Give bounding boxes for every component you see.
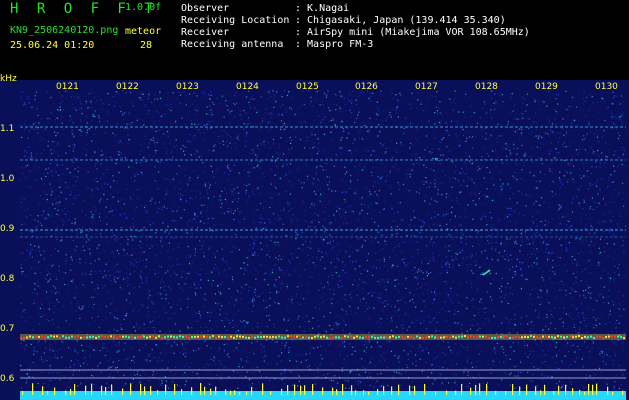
location-value: : Chigasaki, Japan (139.414 35.340) (295, 15, 506, 26)
spectrogram-image (20, 80, 626, 400)
receiver-value: : AirSpy mini (Miakejima VOR 108.65MHz) (295, 27, 530, 38)
x-tick-label: 0124 (236, 82, 259, 92)
y-axis-unit: kHz (0, 74, 17, 84)
x-tick-label: 0122 (116, 82, 139, 92)
meteor-label: meteor (125, 26, 162, 37)
y-tick-label: 0.8 (0, 274, 15, 284)
x-tick-label: 0121 (56, 82, 79, 92)
header-panel: H R O F F T 1.0.0f KN9_2506240120.png me… (0, 0, 629, 80)
timestamp-label: 25.06.24 01:20 (10, 40, 95, 51)
y-tick-label: 1.0 (0, 174, 15, 184)
x-tick-label: 0123 (176, 82, 199, 92)
observer-value: : K.Nagai (295, 3, 350, 14)
x-tick-label: 0128 (475, 82, 498, 92)
version-label: 1.0.0f (125, 2, 162, 13)
x-tick-label: 0130 (595, 82, 618, 92)
x-tick-label: 0125 (296, 82, 319, 92)
observer-label: Observer (181, 3, 230, 14)
spectrogram-panel: kHz 1.1 1.0 0.9 0.8 0.7 0.6 0121 0122 01… (0, 74, 629, 400)
filename-label: KN9_2506240120.png (10, 25, 119, 36)
location-label: Receiving Location (181, 15, 290, 26)
receiver-label: Receiver (181, 27, 230, 38)
x-tick-label: 0126 (355, 82, 378, 92)
x-tick-label: 0129 (535, 82, 558, 92)
y-tick-label: 1.1 (0, 124, 15, 134)
y-tick-label: 0.7 (0, 324, 15, 334)
antenna-label: Receiving antenna (181, 39, 284, 50)
y-tick-label: 0.9 (0, 224, 15, 234)
y-tick-label: 0.6 (0, 374, 15, 384)
antenna-value: : Maspro FM-3 (295, 39, 374, 50)
meteor-count: 28 (140, 40, 153, 51)
x-tick-label: 0127 (415, 82, 438, 92)
